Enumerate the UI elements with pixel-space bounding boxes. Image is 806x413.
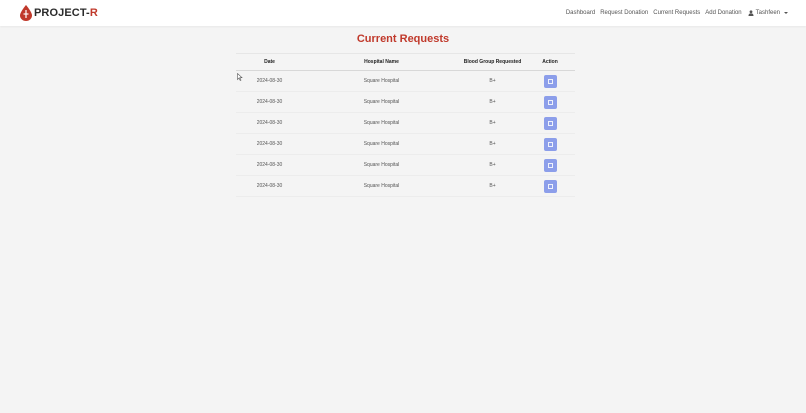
cell-hospital: Square Hospital: [303, 133, 460, 155]
document-icon: [547, 162, 553, 168]
cell-blood-group: B+: [460, 175, 525, 197]
document-icon: [547, 141, 553, 147]
cell-action: [525, 154, 575, 176]
nav-link-add-donation[interactable]: Add Donation: [705, 10, 741, 16]
cell-hospital: Square Hospital: [303, 70, 460, 92]
view-request-button[interactable]: [543, 74, 557, 88]
cell-date: 2024-08-30: [236, 91, 303, 113]
cell-blood-group: B+: [460, 154, 525, 176]
cell-date: 2024-08-30: [236, 154, 303, 176]
cell-date: 2024-08-30: [236, 133, 303, 155]
document-icon: [547, 183, 553, 189]
cell-hospital: Square Hospital: [303, 112, 460, 134]
cell-action: [525, 175, 575, 197]
chevron-down-icon: [784, 12, 788, 14]
cell-blood-group: B+: [460, 91, 525, 113]
cell-date: 2024-08-30: [236, 112, 303, 134]
cell-action: [525, 133, 575, 155]
cell-blood-group: B+: [460, 70, 525, 92]
table-row: 2024-08-30 Square Hospital B+: [236, 91, 575, 113]
requests-table: Date Hospital Name Blood Group Requested…: [236, 53, 575, 197]
user-menu-dropdown[interactable]: Tashfeen: [748, 10, 788, 16]
user-icon: [748, 10, 754, 16]
view-request-button[interactable]: [543, 179, 557, 193]
cell-date: 2024-08-30: [236, 70, 303, 92]
cell-blood-group: B+: [460, 112, 525, 134]
table-row: 2024-08-30 Square Hospital B+: [236, 133, 575, 155]
document-icon: [547, 120, 553, 126]
mouse-pointer-icon: [237, 68, 243, 86]
nav-links: Dashboard Request Donation Current Reque…: [561, 0, 788, 26]
brand-name: PROJECT-R: [34, 7, 98, 19]
cell-blood-group: B+: [460, 133, 525, 155]
cell-action: [525, 91, 575, 113]
cell-hospital: Square Hospital: [303, 91, 460, 113]
view-request-button[interactable]: [543, 116, 557, 130]
header-blood-group: Blood Group Requested: [460, 53, 525, 71]
brand-logo[interactable]: PROJECT-R: [20, 4, 98, 22]
cell-action: [525, 112, 575, 134]
top-navbar: PROJECT-R Dashboard Request Donation Cur…: [0, 0, 806, 26]
view-request-button[interactable]: [543, 158, 557, 172]
view-request-button[interactable]: [543, 137, 557, 151]
user-name: Tashfeen: [755, 10, 780, 16]
cell-date: 2024-08-30: [236, 175, 303, 197]
table-header-row: Date Hospital Name Blood Group Requested…: [236, 53, 575, 71]
nav-link-current-requests[interactable]: Current Requests: [653, 10, 700, 16]
cell-action: [525, 70, 575, 92]
blood-drop-logo-icon: [20, 5, 32, 21]
header-date: Date: [236, 53, 303, 71]
table-row: 2024-08-30 Square Hospital B+: [236, 154, 575, 176]
page-title: Current Requests: [356, 33, 450, 45]
table-row: 2024-08-30 Square Hospital B+: [236, 112, 575, 134]
cell-hospital: Square Hospital: [303, 154, 460, 176]
document-icon: [547, 78, 553, 84]
nav-link-request-donation[interactable]: Request Donation: [600, 10, 648, 16]
document-icon: [547, 99, 553, 105]
table-row: 2024-08-30 Square Hospital B+: [236, 70, 575, 92]
view-request-button[interactable]: [543, 95, 557, 109]
nav-link-dashboard[interactable]: Dashboard: [566, 10, 595, 16]
table-row: 2024-08-30 Square Hospital B+: [236, 175, 575, 197]
header-action: Action: [525, 53, 575, 71]
cell-hospital: Square Hospital: [303, 175, 460, 197]
header-hospital-name: Hospital Name: [303, 53, 460, 71]
